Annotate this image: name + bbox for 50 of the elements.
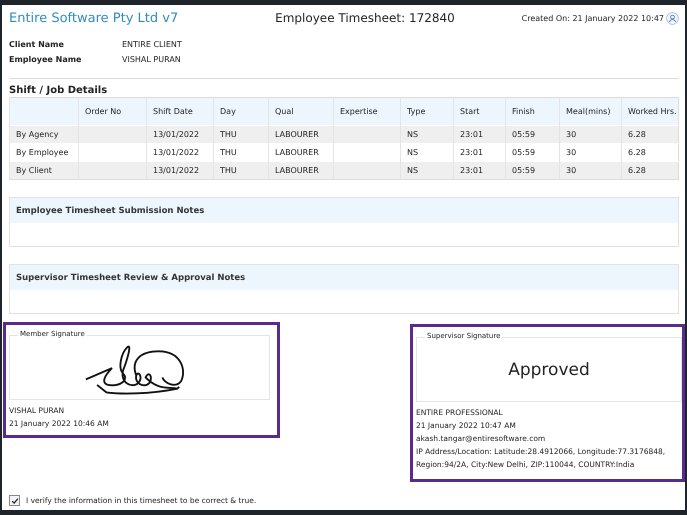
- created-date: Created On: 21 January 2022 10:47: [522, 14, 664, 22]
- table-cell: THU: [214, 144, 268, 162]
- table-cell: THU: [214, 162, 268, 180]
- table-cell: NS: [400, 162, 454, 180]
- column-header: Start: [454, 98, 506, 126]
- table-cell: 6.28: [622, 144, 678, 162]
- person-circle-icon[interactable]: [666, 12, 679, 24]
- table-cell: 13/01/2022: [146, 126, 214, 144]
- notes-title: Supervisor Timesheet Review & Approval Notes: [10, 265, 678, 290]
- company-name: Entire Software Pty Ltd v7: [9, 10, 178, 26]
- table-cell: 05:59: [506, 162, 560, 180]
- table-cell: 05:59: [506, 144, 560, 162]
- column-header: Meal(mins): [560, 98, 622, 126]
- field-label: Employee Name: [9, 55, 82, 64]
- column-header: Day: [214, 98, 268, 126]
- column-header: Worked Hrs.: [622, 98, 678, 126]
- notes-title: Employee Timesheet Submission Notes: [10, 198, 678, 223]
- table-cell: By Agency: [10, 126, 78, 144]
- table-cell: 30: [560, 144, 622, 162]
- table-cell: By Employee: [10, 144, 78, 162]
- table-cell: LABOURER: [268, 144, 334, 162]
- table-cell: 13/01/2022: [146, 162, 214, 180]
- table-cell: 23:01: [454, 162, 506, 180]
- field-value: ENTIRE CLIENT: [122, 40, 183, 49]
- column-header: Order No: [78, 98, 146, 126]
- page-title: Employee Timesheet: 172840: [275, 11, 455, 25]
- table-cell: LABOURER: [268, 126, 334, 144]
- table-cell: NS: [400, 126, 454, 144]
- table-cell: 6.28: [622, 162, 678, 180]
- table-cell: 13/01/2022: [146, 144, 214, 162]
- table-cell: NS: [400, 144, 454, 162]
- table-cell: LABOURER: [268, 162, 334, 180]
- table-cell: 6.28: [622, 126, 678, 144]
- approval-status: Approved: [508, 360, 590, 380]
- column-header: Expertise: [334, 98, 400, 126]
- table-cell: By Client: [10, 162, 78, 180]
- table-cell: 30: [560, 162, 622, 180]
- table-cell: 23:01: [454, 144, 506, 162]
- checkbox[interactable]: [9, 495, 20, 506]
- table-cell: 30: [560, 126, 622, 144]
- column-header: Finish: [506, 98, 560, 126]
- field-value: VISHAL PURAN: [122, 55, 182, 64]
- section-title: Shift / Job Details: [9, 85, 108, 96]
- column-header: Type: [400, 98, 454, 126]
- field-label: Client Name: [9, 40, 65, 49]
- table-cell: THU: [214, 126, 268, 144]
- table-cell: 05:59: [506, 126, 560, 144]
- column-header: Shift Date: [146, 98, 214, 126]
- table-cell: 23:01: [454, 126, 506, 144]
- column-header: Qual: [268, 98, 334, 126]
